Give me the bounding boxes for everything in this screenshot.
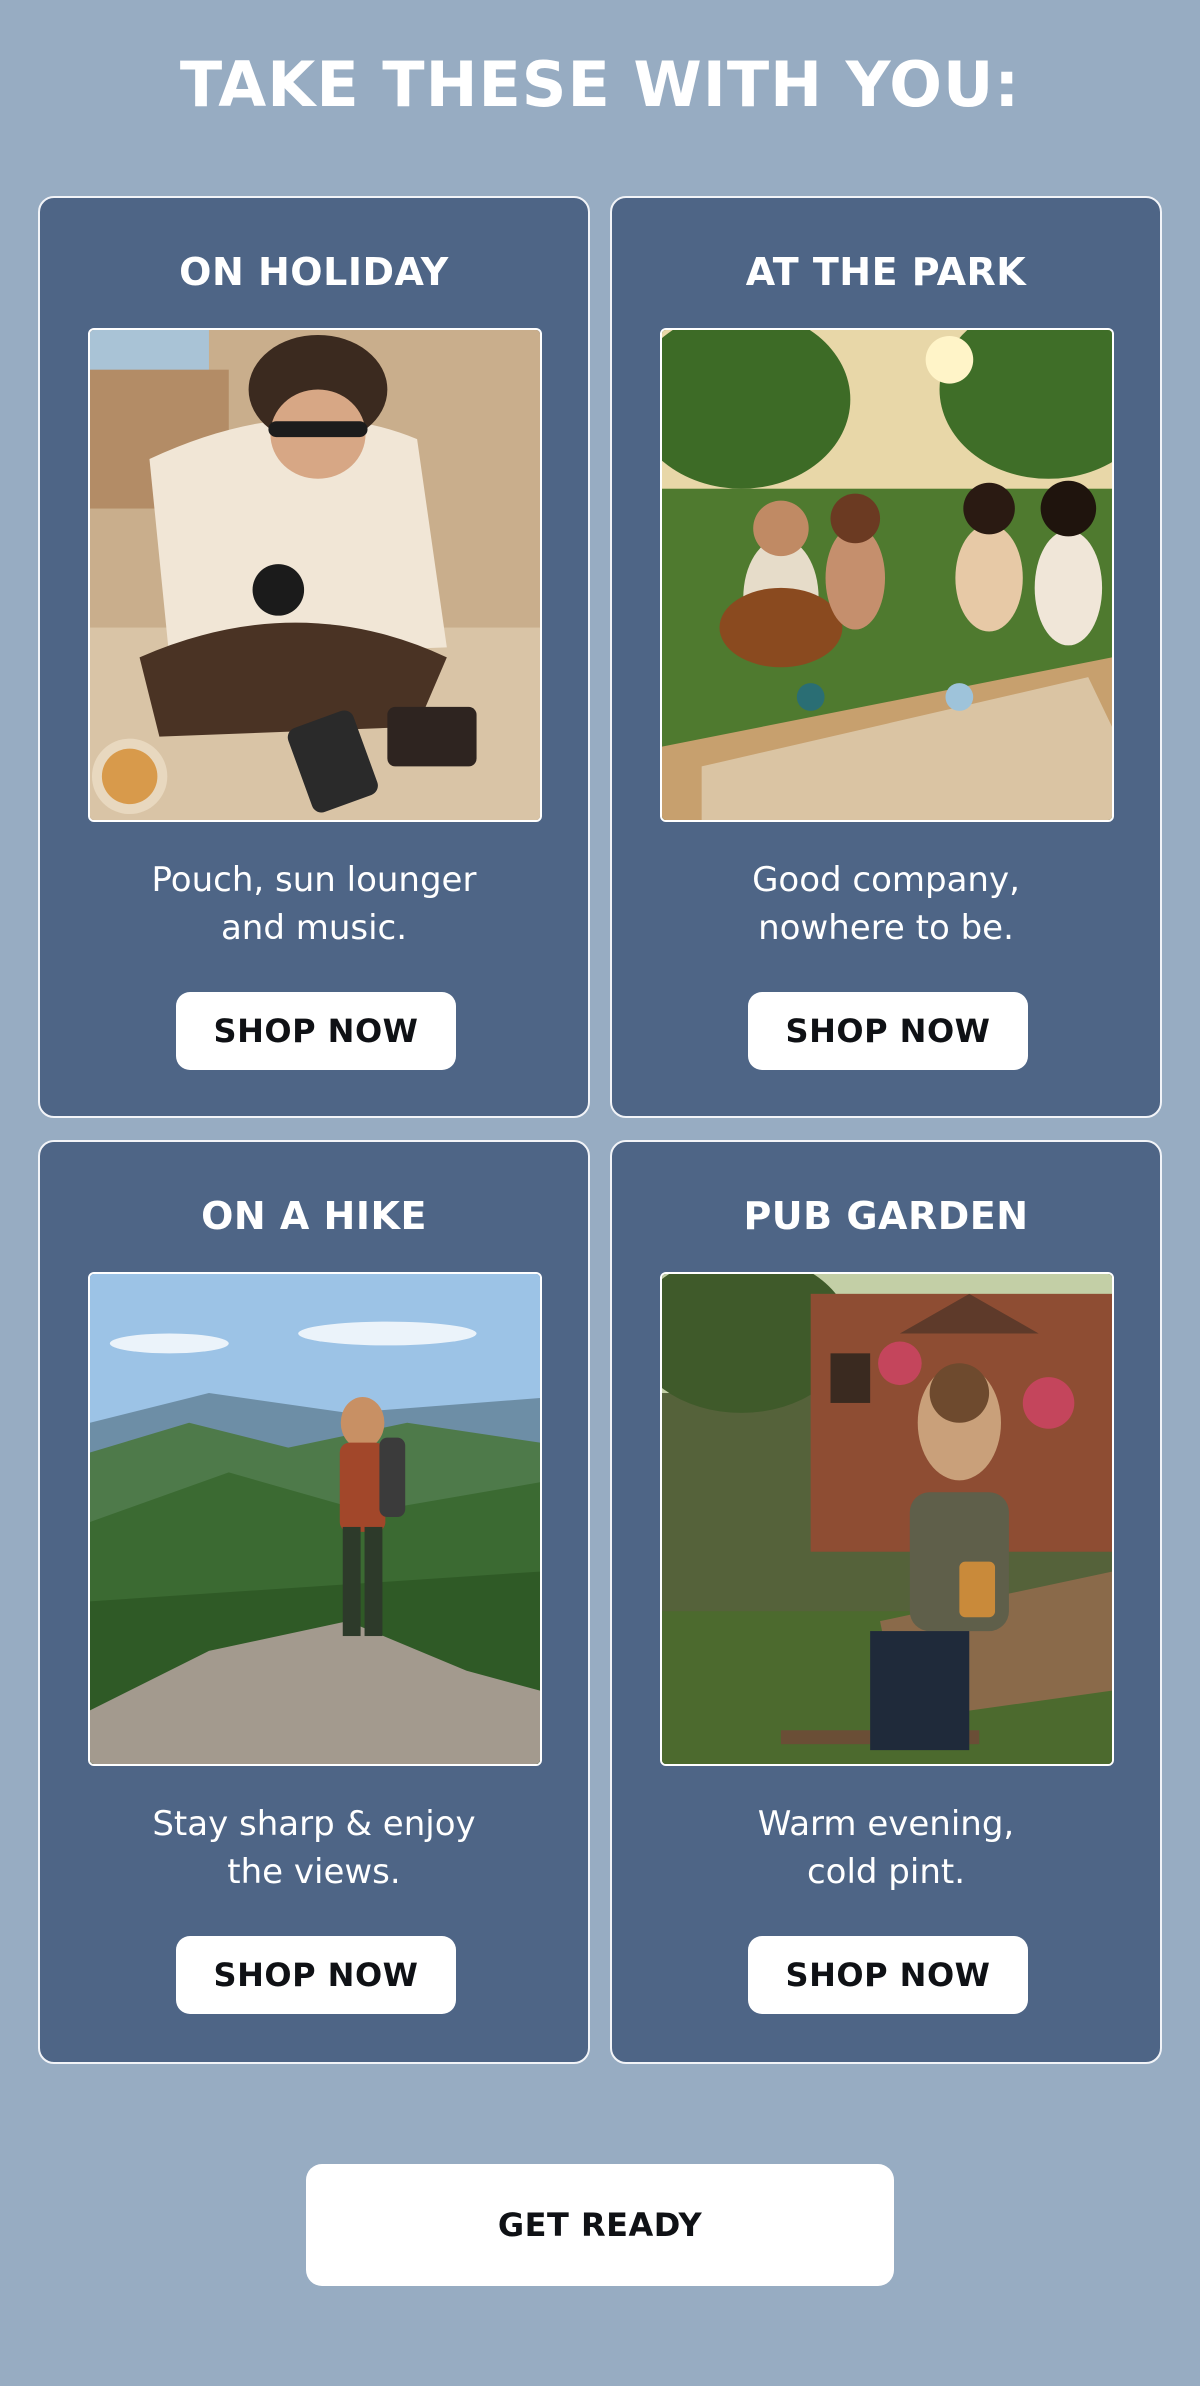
hiker-mountain-view-photo [88,1272,542,1766]
card-description: Pouch, sun lounger and music. [40,856,588,952]
card-description: Warm evening, cold pint. [612,1800,1160,1896]
page-headline: TAKE THESE WITH YOU: [179,48,1021,121]
shop-now-button[interactable]: SHOP NOW [176,992,456,1070]
card-at-the-park: AT THE PARK Good company, nowhere to be.… [610,196,1162,1118]
park-picnic-guitar-photo [660,328,1114,822]
card-title: ON A HIKE [201,1194,427,1238]
shop-now-button[interactable]: SHOP NOW [176,1936,456,2014]
card-description: Good company, nowhere to be. [612,856,1160,952]
card-on-holiday: ON HOLIDAY Pouch, sun lounger and music.… [38,196,590,1118]
card-description-line-1: Good company, [752,860,1020,900]
card-description-line-1: Stay sharp & enjoy [152,1804,476,1844]
card-description-line-2: nowhere to be. [758,908,1014,948]
card-description-line-2: cold pint. [806,1852,966,1892]
card-title: ON HOLIDAY [179,250,449,294]
card-description-line-2: the views. [227,1852,401,1892]
card-title: PUB GARDEN [743,1194,1029,1238]
shop-now-button[interactable]: SHOP NOW [748,992,1028,1070]
card-description: Stay sharp & enjoy the views. [40,1800,588,1896]
pub-garden-pint-photo [660,1272,1114,1766]
card-title: AT THE PARK [745,250,1027,294]
card-description-line-1: Warm evening, [757,1804,1015,1844]
card-on-a-hike: ON A HIKE Stay sharp & enjoy the views. … [38,1140,590,2064]
man-packing-bag-photo [88,328,542,822]
card-pub-garden: PUB GARDEN Warm evening, cold pint. SHOP… [610,1140,1162,2064]
get-ready-button[interactable]: GET READY [306,2164,894,2286]
shop-now-button[interactable]: SHOP NOW [748,1936,1028,2014]
card-description-line-1: Pouch, sun lounger [151,860,477,900]
card-description-line-2: and music. [220,908,408,948]
